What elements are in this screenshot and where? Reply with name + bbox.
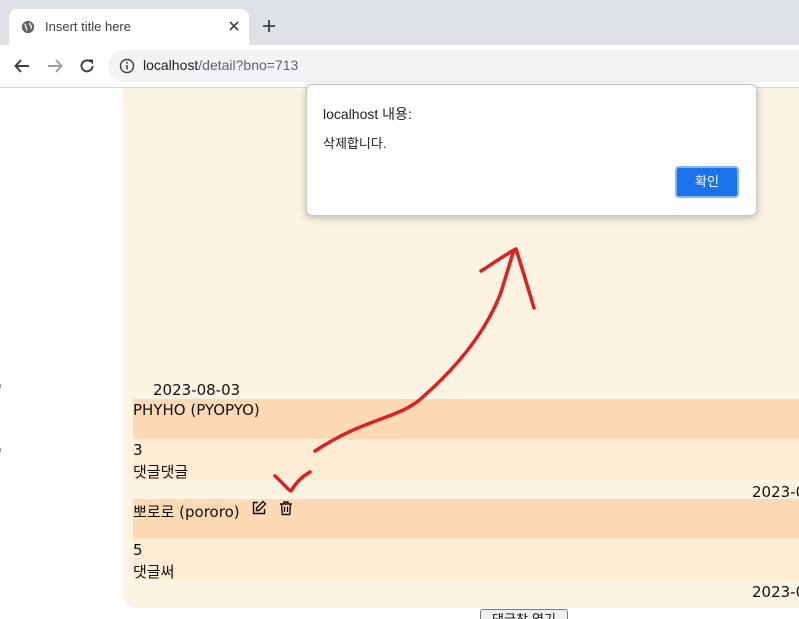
dialog-ok-button[interactable]: 확인 xyxy=(675,166,739,198)
address-bar[interactable]: localhost/detail?bno=713 xyxy=(108,50,799,82)
reload-icon[interactable] xyxy=(78,57,96,75)
comment-body xyxy=(133,439,799,479)
arrow-right-icon[interactable] xyxy=(46,57,64,75)
dialog-message: 삭제합니다. xyxy=(323,136,387,151)
browser-toolbar: localhost/detail?bno=713 xyxy=(0,45,799,88)
browser-tab[interactable]: Insert title here xyxy=(9,9,249,45)
comment-body xyxy=(133,539,799,579)
comment-footer xyxy=(133,479,799,499)
comment-number: 5 xyxy=(133,541,143,559)
dialog-title: localhost 내용: xyxy=(323,106,412,122)
comment-text: 댓글써 xyxy=(133,563,175,581)
globe-icon xyxy=(21,20,35,34)
scroll-edge-mark xyxy=(0,448,1,452)
arrow-left-icon[interactable] xyxy=(13,57,31,75)
open-comments-button[interactable]: 댓글창 열기 xyxy=(480,609,568,619)
trash-icon[interactable] xyxy=(278,500,294,516)
plus-icon[interactable] xyxy=(262,19,276,33)
edit-icon[interactable] xyxy=(251,500,267,516)
scroll-edge-mark xyxy=(0,384,1,388)
comment-author: PHYHO (PYOPYO) xyxy=(133,401,260,419)
comment-number: 3 xyxy=(133,441,143,459)
close-icon[interactable] xyxy=(228,20,240,32)
tab-strip: Insert title here xyxy=(0,0,799,45)
url-path: /detail?bno=713 xyxy=(198,57,299,73)
info-icon[interactable] xyxy=(119,58,135,74)
alert-dialog: localhost 내용: 삭제합니다. 확인 xyxy=(306,84,757,216)
comment-date: 2023-0 xyxy=(752,583,799,601)
comment-author: 뽀로로 (pororo) xyxy=(133,503,240,521)
tab-title: Insert title here xyxy=(45,19,131,34)
comment-date: 2023-08-03 xyxy=(153,381,241,399)
url-host: localhost xyxy=(143,57,199,73)
url-text[interactable]: localhost/detail?bno=713 xyxy=(143,57,298,73)
